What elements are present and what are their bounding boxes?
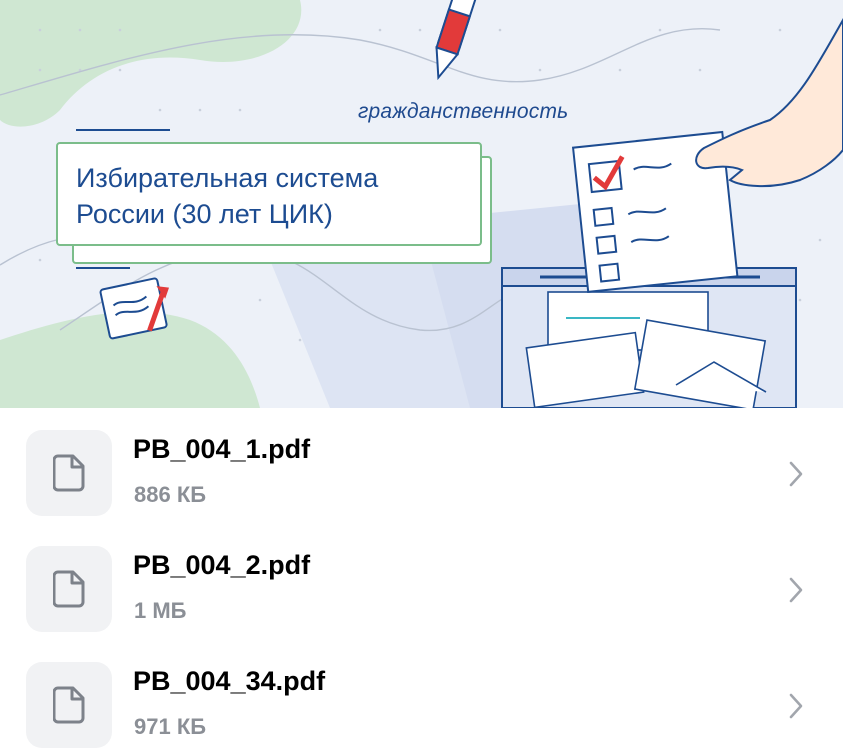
- chevron-right-icon: [789, 693, 803, 719]
- file-size: 971 КБ: [134, 714, 207, 739]
- banner-tag-text: гражданственность: [358, 100, 569, 123]
- attachments-list: PB_004_1.pdf 886 КБ PB_004_2.pdf 1 МБ PB…: [0, 408, 843, 750]
- banner-title-line-1: Избирательная система: [76, 163, 379, 193]
- file-row[interactable]: PB_004_2.pdf 1 МБ: [0, 524, 843, 640]
- file-row[interactable]: PB_004_1.pdf 886 КБ: [0, 408, 843, 524]
- file-row[interactable]: PB_004_34.pdf 971 КБ: [0, 640, 843, 750]
- file-name: PB_004_34.pdf: [133, 666, 326, 696]
- file-icon: [26, 662, 112, 748]
- file-name: PB_004_1.pdf: [133, 434, 311, 464]
- chevron-right-icon: [789, 461, 803, 487]
- file-size: 1 МБ: [134, 598, 187, 623]
- page: гражданственность Избирательная система …: [0, 0, 843, 750]
- file-size: 886 КБ: [134, 482, 207, 507]
- file-name: PB_004_2.pdf: [133, 550, 311, 580]
- file-icon: [26, 430, 112, 516]
- banner-title-line-2: России (30 лет ЦИК): [76, 199, 333, 229]
- chevron-right-icon: [789, 577, 803, 603]
- article-banner: гражданственность Избирательная система …: [0, 0, 843, 408]
- file-icon: [26, 546, 112, 632]
- banner-title-card: Избирательная система России (30 лет ЦИК…: [56, 142, 482, 246]
